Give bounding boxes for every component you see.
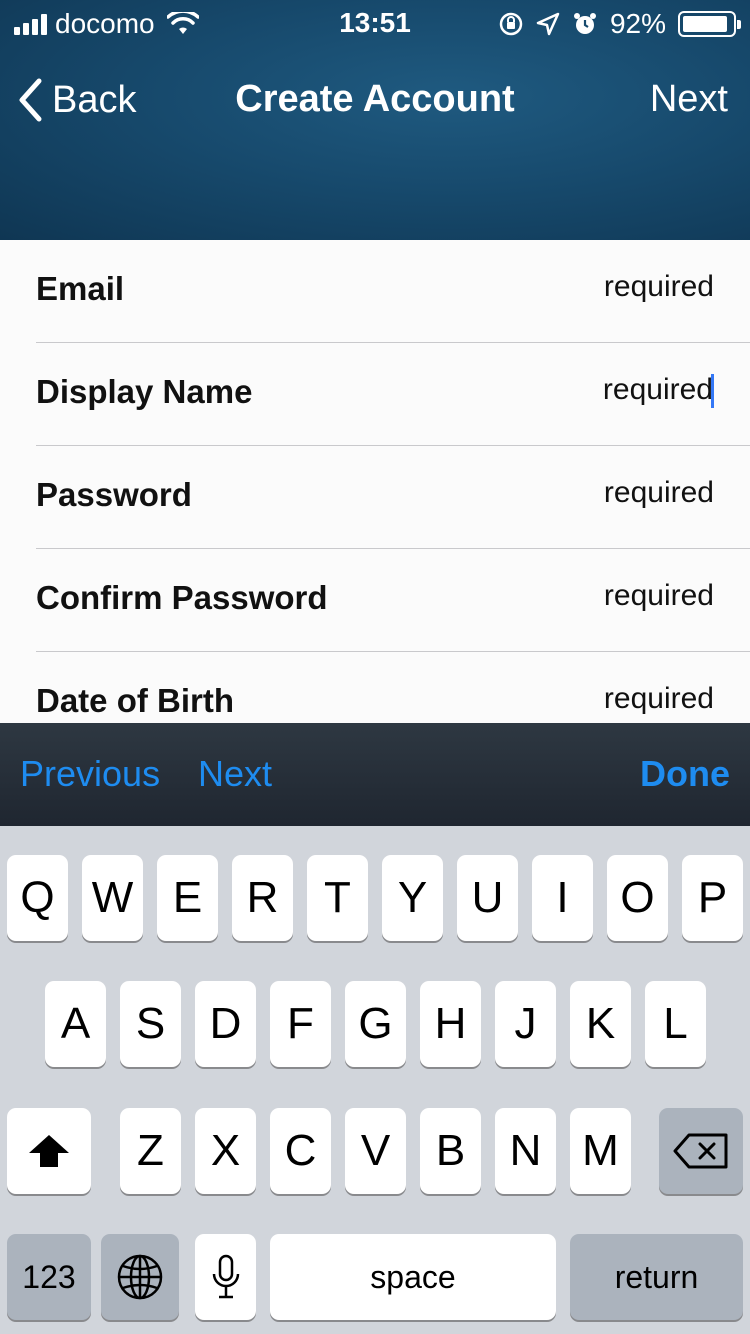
key-n[interactable]: N <box>495 1108 556 1194</box>
previous-field-button[interactable]: Previous <box>20 753 160 795</box>
key-p[interactable]: P <box>682 855 743 941</box>
key-w[interactable]: W <box>82 855 143 941</box>
key-x[interactable]: X <box>195 1108 256 1194</box>
key-s[interactable]: S <box>120 981 181 1067</box>
email-row[interactable]: Email required <box>0 240 750 343</box>
key-j[interactable]: J <box>495 981 556 1067</box>
key-d[interactable]: D <box>195 981 256 1067</box>
status-bar: docomo 13:51 92% <box>0 0 750 50</box>
alarm-icon <box>573 13 596 34</box>
keyboard-accessory-bar: Previous Next Done <box>0 723 750 826</box>
key-o[interactable]: O <box>607 855 668 941</box>
dictation-key[interactable] <box>195 1234 256 1320</box>
confirm-password-row[interactable]: Confirm Password required <box>0 549 750 652</box>
key-u[interactable]: U <box>457 855 518 941</box>
key-k[interactable]: K <box>570 981 631 1067</box>
date-of-birth-row[interactable]: Date of Birth required <box>0 652 750 723</box>
page-title: Create Account <box>235 78 515 120</box>
key-b[interactable]: B <box>420 1108 481 1194</box>
key-r[interactable]: R <box>232 855 293 941</box>
email-field[interactable]: required <box>604 270 714 304</box>
shift-key[interactable] <box>7 1108 91 1194</box>
navigation-bar: Back Create Account Next <box>0 62 750 142</box>
delete-key[interactable] <box>659 1108 743 1194</box>
account-form: Email required Display Name required Pas… <box>0 240 750 723</box>
display-name-field[interactable]: required <box>602 373 714 409</box>
microphone-icon <box>212 1254 239 1299</box>
return-key[interactable]: return <box>570 1234 743 1320</box>
status-right: 92% <box>498 8 741 40</box>
key-m[interactable]: M <box>570 1108 631 1194</box>
keyboard: Q W E R T Y U I O P A S D F G H J K L Z … <box>0 826 750 1334</box>
done-button[interactable]: Done <box>640 753 730 795</box>
battery-percent: 92% <box>609 8 666 39</box>
display-name-label: Display Name <box>36 373 253 410</box>
date-of-birth-field[interactable]: required <box>604 682 714 716</box>
location-icon <box>536 12 560 36</box>
key-a[interactable]: A <box>45 981 106 1067</box>
globe-icon <box>117 1254 163 1300</box>
date-of-birth-label: Date of Birth <box>36 682 234 719</box>
text-cursor <box>711 374 714 409</box>
header: docomo 13:51 92% Back Create Account Nex… <box>0 0 750 240</box>
key-q[interactable]: Q <box>7 855 68 941</box>
password-row[interactable]: Password required <box>0 446 750 549</box>
numbers-key[interactable]: 123 <box>7 1234 91 1320</box>
battery-icon <box>678 11 741 37</box>
key-f[interactable]: F <box>270 981 331 1067</box>
space-key[interactable]: space <box>270 1234 556 1320</box>
key-e[interactable]: E <box>157 855 218 941</box>
key-h[interactable]: H <box>420 981 481 1067</box>
key-y[interactable]: Y <box>382 855 443 941</box>
email-label: Email <box>36 270 125 307</box>
backspace-icon <box>673 1133 728 1169</box>
key-z[interactable]: Z <box>120 1108 181 1194</box>
key-t[interactable]: T <box>307 855 368 941</box>
shift-arrow-icon <box>29 1135 69 1167</box>
password-label: Password <box>36 476 192 513</box>
globe-key[interactable] <box>101 1234 179 1320</box>
confirm-password-field[interactable]: required <box>604 579 714 613</box>
key-c[interactable]: C <box>270 1108 331 1194</box>
next-button[interactable]: Next <box>650 78 728 121</box>
display-name-row[interactable]: Display Name required <box>0 343 750 446</box>
password-field[interactable]: required <box>604 476 714 510</box>
rotation-lock-icon <box>499 12 523 36</box>
key-g[interactable]: G <box>345 981 406 1067</box>
confirm-password-label: Confirm Password <box>36 579 328 616</box>
key-v[interactable]: V <box>345 1108 406 1194</box>
key-i[interactable]: I <box>532 855 593 941</box>
key-l[interactable]: L <box>645 981 706 1067</box>
display-name-placeholder: required <box>602 373 713 406</box>
next-field-button[interactable]: Next <box>198 753 272 795</box>
